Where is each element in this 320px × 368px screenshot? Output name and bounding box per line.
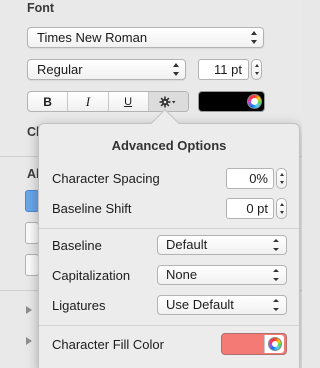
italic-button[interactable]: I bbox=[68, 92, 109, 111]
color-wheel-icon[interactable] bbox=[267, 337, 282, 351]
gear-icon bbox=[159, 96, 176, 107]
font-size-field[interactable]: 11 pt bbox=[198, 59, 249, 80]
typeface-value: Regular bbox=[37, 62, 83, 77]
ligatures-popup[interactable]: Use Default bbox=[157, 295, 287, 315]
text-color-well[interactable] bbox=[198, 91, 265, 112]
ligatures-value: Use Default bbox=[166, 297, 234, 312]
bold-button[interactable]: B bbox=[28, 92, 69, 111]
popover-divider bbox=[39, 228, 299, 229]
popup-arrows-icon bbox=[250, 31, 257, 44]
advanced-options-button[interactable] bbox=[148, 92, 188, 111]
character-spacing-stepper[interactable] bbox=[276, 168, 287, 189]
baseline-value: Default bbox=[166, 237, 208, 252]
popup-arrows-icon bbox=[272, 239, 279, 251]
capitalization-popup[interactable]: None bbox=[157, 265, 287, 285]
popup-arrows-icon bbox=[272, 269, 279, 281]
font-family-value: Times New Roman bbox=[37, 30, 148, 45]
underline-button[interactable]: U bbox=[109, 92, 149, 111]
ligatures-label: Ligatures bbox=[52, 298, 106, 313]
character-spacing-label: Character Spacing bbox=[52, 171, 160, 186]
character-spacing-field[interactable]: 0% bbox=[226, 168, 274, 189]
format-inspector: Font Times New Roman Regular 11 pt B I U bbox=[0, 0, 302, 368]
color-wheel-container bbox=[264, 335, 284, 353]
baseline-shift-field[interactable]: 0 pt bbox=[226, 198, 274, 219]
character-fill-color-label: Character Fill Color bbox=[52, 337, 164, 352]
baseline-popup[interactable]: Default bbox=[157, 235, 287, 255]
baseline-label: Baseline bbox=[52, 238, 102, 253]
color-wheel-icon[interactable] bbox=[246, 94, 262, 109]
capitalization-label: Capitalization bbox=[52, 268, 131, 283]
alignment-button[interactable] bbox=[25, 222, 39, 244]
alignment-button-selected[interactable] bbox=[25, 190, 39, 212]
disclosure-triangle-icon[interactable] bbox=[26, 337, 32, 345]
popup-arrows-icon bbox=[172, 63, 179, 76]
font-family-popup[interactable]: Times New Roman bbox=[27, 27, 264, 48]
font-section-title: Font bbox=[27, 1, 55, 15]
popup-arrows-icon bbox=[272, 299, 279, 311]
alignment-button[interactable] bbox=[25, 254, 39, 276]
capitalization-value: None bbox=[166, 267, 198, 282]
disclosure-triangle-icon[interactable] bbox=[26, 306, 32, 314]
popover-title: Advanced Options bbox=[111, 138, 227, 153]
font-size-stepper[interactable] bbox=[251, 59, 262, 80]
baseline-shift-stepper[interactable] bbox=[276, 198, 287, 219]
baseline-shift-label: Baseline Shift bbox=[52, 201, 132, 216]
popover-divider bbox=[39, 325, 299, 326]
typeface-popup[interactable]: Regular bbox=[27, 59, 186, 80]
advanced-options-popover: Advanced Options Character Spacing 0% Ba… bbox=[38, 123, 300, 368]
character-fill-color-well[interactable] bbox=[221, 333, 287, 355]
